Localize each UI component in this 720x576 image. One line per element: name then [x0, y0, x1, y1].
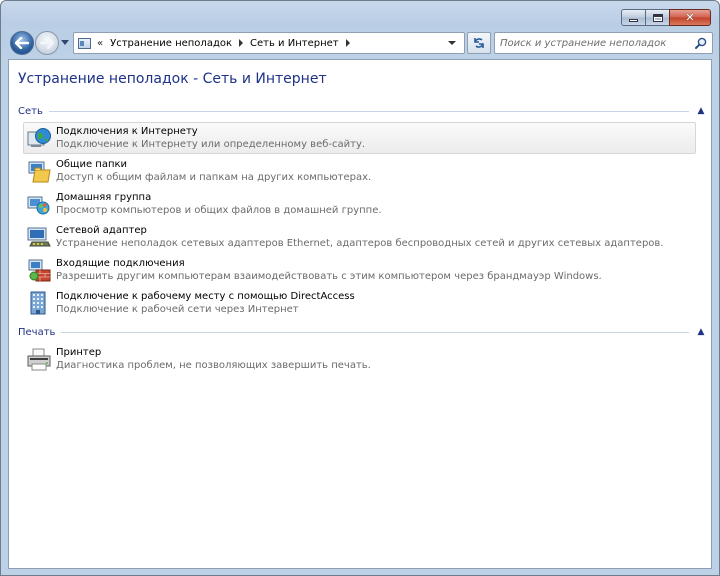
shared-folders-icon — [28, 161, 51, 183]
group-title: Печать — [18, 326, 56, 338]
explorer-window: ✕ « Устранение неполадок Сеть и Интернет — [0, 0, 720, 576]
task-homegroup[interactable]: Домашняя группа Просмотр компьютеров и о… — [23, 188, 696, 220]
task-incoming-connections[interactable]: Входящие подключения Разрешить другим ко… — [23, 254, 696, 286]
group-title: Сеть — [18, 105, 43, 117]
task-text: Подключения к Интернету Подключение к Ин… — [56, 123, 365, 151]
incoming-connections-icon — [28, 259, 51, 282]
forward-button[interactable] — [35, 31, 59, 55]
group-header-printing[interactable]: Печать ▲ — [18, 325, 705, 339]
task-directaccess[interactable]: Подключение к рабочему месту с помощью D… — [23, 287, 696, 319]
task-title[interactable]: Общие папки — [56, 158, 371, 171]
search-input[interactable] — [500, 36, 690, 51]
task-text: Подключение к рабочему месту с помощью D… — [56, 288, 355, 316]
homegroup-icon — [27, 196, 50, 215]
control-panel-icon — [78, 37, 91, 49]
close-button[interactable]: ✕ — [669, 9, 711, 26]
task-text: Домашняя группа Просмотр компьютеров и о… — [56, 189, 382, 217]
breadcrumb-separator-icon[interactable] — [239, 39, 244, 47]
task-description: Подключение к Интернету или определенном… — [56, 139, 366, 150]
directaccess-icon — [30, 291, 46, 315]
address-dropdown-icon[interactable] — [448, 41, 456, 45]
refresh-button[interactable] — [467, 32, 491, 54]
internet-connection-icon — [27, 128, 51, 147]
breadcrumb-overflow[interactable]: « — [97, 38, 103, 49]
task-title[interactable]: Входящие подключения — [56, 257, 602, 270]
page-title: Устранение неполадок - Сеть и Интернет — [18, 71, 327, 87]
task-title[interactable]: Домашняя группа — [56, 191, 382, 204]
task-description: Диагностика проблем, не позволяющих заве… — [56, 360, 371, 371]
printer-icon — [27, 348, 51, 371]
task-shared-folders[interactable]: Общие папки Доступ к общим файлам и папк… — [23, 155, 696, 187]
task-description: Устранение неполадок сетевых адаптеров E… — [56, 238, 664, 249]
task-description: Просмотр компьютеров и общих файлов в до… — [56, 205, 382, 216]
search-icon[interactable] — [695, 37, 707, 49]
breadcrumb-network-internet[interactable]: Сеть и Интернет — [250, 38, 339, 49]
minimize-button[interactable] — [621, 9, 645, 26]
arrow-left-icon — [15, 37, 29, 49]
task-text: Принтер Диагностика проблем, не позволяю… — [56, 344, 371, 372]
task-printer[interactable]: Принтер Диагностика проблем, не позволяю… — [23, 343, 696, 375]
group-divider — [48, 110, 689, 112]
task-text: Сетевой адаптер Устранение неполадок сет… — [56, 222, 664, 250]
recent-pages-dropdown[interactable] — [61, 40, 69, 45]
task-network-adapter[interactable]: Сетевой адаптер Устранение неполадок сет… — [23, 221, 696, 253]
collapse-icon[interactable]: ▲ — [697, 106, 705, 116]
minimize-icon — [629, 19, 638, 22]
task-description: Доступ к общим файлам и папкам на других… — [56, 172, 372, 183]
back-button[interactable] — [10, 31, 34, 55]
task-title[interactable]: Подключение к рабочему месту с помощью D… — [56, 290, 355, 303]
address-bar[interactable]: « Устранение неполадок Сеть и Интернет — [73, 32, 465, 54]
breadcrumb-troubleshooting[interactable]: Устранение неполадок — [110, 38, 232, 49]
task-internet-connections[interactable]: Подключения к Интернету Подключение к Ин… — [23, 122, 696, 154]
close-icon: ✕ — [685, 11, 695, 24]
maximize-button[interactable] — [645, 9, 669, 26]
maximize-icon — [652, 13, 663, 22]
task-description: Разрешить другим компьютерам взаимодейст… — [56, 271, 602, 282]
caption-buttons: ✕ — [621, 9, 711, 26]
task-title[interactable]: Сетевой адаптер — [56, 224, 664, 237]
task-text: Общие папки Доступ к общим файлам и папк… — [56, 156, 371, 184]
refresh-icon — [474, 38, 484, 48]
task-text: Входящие подключения Разрешить другим ко… — [56, 255, 602, 283]
group-header-network[interactable]: Сеть ▲ — [18, 104, 705, 118]
search-box[interactable] — [494, 32, 713, 54]
breadcrumb-separator-icon[interactable] — [345, 39, 350, 47]
collapse-icon[interactable]: ▲ — [697, 327, 705, 337]
group-divider — [61, 331, 689, 333]
task-title[interactable]: Подключения к Интернету — [56, 125, 365, 138]
arrow-right-icon — [40, 37, 54, 49]
task-title[interactable]: Принтер — [56, 346, 371, 359]
content-pane: Устранение неполадок - Сеть и Интернет С… — [8, 59, 712, 569]
task-description: Подключение к рабочей сети через Интерне… — [56, 304, 299, 315]
network-adapter-icon — [27, 227, 51, 247]
